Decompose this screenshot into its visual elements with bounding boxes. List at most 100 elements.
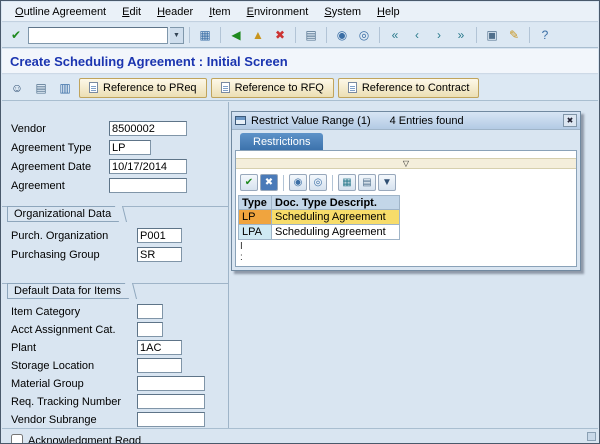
accept-icon[interactable]: ✔ — [240, 174, 258, 191]
close-icon[interactable]: ✖ — [563, 114, 577, 127]
title-bar: Create Scheduling Agreement : Initial Sc… — [2, 49, 598, 74]
field-row-agreement: Agreement — [2, 178, 228, 194]
purch-organization-input[interactable] — [137, 228, 182, 243]
shortcut-icon[interactable]: ✎ — [504, 26, 524, 45]
find-icon[interactable]: ◉ — [332, 26, 352, 45]
menu-help[interactable]: Help — [369, 4, 408, 20]
vendor-subrange-input[interactable] — [137, 412, 205, 427]
copy-icon[interactable]: ▥ — [55, 78, 75, 97]
grid-row-lpa[interactable]: LPA Scheduling Agreement — [238, 225, 400, 240]
toolbar-separator — [529, 27, 530, 43]
printer-icon[interactable]: ▤ — [31, 78, 51, 97]
print-icon[interactable]: ▤ — [301, 26, 321, 45]
cancel-icon[interactable]: ✖ — [270, 26, 290, 45]
menu-environment[interactable]: Environment — [239, 4, 317, 20]
print-icon[interactable]: ▤ — [358, 174, 376, 191]
dialog-window-icon — [235, 116, 246, 125]
reference-to-preq-button[interactable]: Reference to PReq — [79, 77, 207, 98]
purch-organization-label: Purch. Organization — [11, 230, 109, 242]
cancel-icon[interactable]: ✖ — [260, 174, 278, 191]
storage-location-input[interactable] — [137, 358, 182, 373]
agreement-date-input[interactable] — [109, 159, 187, 174]
menu-edit[interactable]: Edit — [114, 4, 149, 20]
req-tracking-number-label: Req. Tracking Number — [11, 396, 122, 408]
acct-assignment-label: Acct Assignment Cat. — [11, 324, 116, 336]
acknowledgment-label: Acknowledgment Reqd — [28, 435, 142, 444]
person-icon[interactable]: ☺ — [7, 78, 27, 97]
next-page-icon[interactable]: › — [429, 26, 449, 45]
toolbar-separator — [476, 27, 477, 43]
document-icon — [347, 82, 357, 93]
reference-to-contract-button[interactable]: Reference to Contract — [337, 77, 480, 98]
find-next-icon[interactable]: ◎ — [354, 26, 374, 45]
value-help-grid: Type Doc. Type Descript. LP Scheduling A… — [238, 195, 400, 240]
toolbar-separator — [189, 27, 190, 43]
reference-to-rfq-button[interactable]: Reference to RFQ — [210, 77, 334, 98]
menu-item[interactable]: Item — [201, 4, 238, 20]
dialog-title-bar[interactable]: Restrict Value Range (1) 4 Entries found… — [232, 112, 580, 130]
section-title: Default Data for Items — [14, 285, 121, 297]
grid-cell-type[interactable]: LPA — [238, 225, 272, 240]
command-input[interactable] — [28, 26, 168, 44]
column-header-description[interactable]: Doc. Type Descript. — [272, 195, 400, 210]
toolbar-separator — [326, 27, 327, 43]
new-session-icon[interactable]: ▣ — [482, 26, 502, 45]
acct-assignment-input[interactable] — [137, 322, 163, 337]
find-icon[interactable]: ◉ — [289, 174, 307, 191]
column-header-type[interactable]: Type — [238, 195, 272, 210]
previous-page-icon[interactable]: ‹ — [407, 26, 427, 45]
section-organizational-data: Organizational Data — [7, 206, 128, 222]
field-row-vendor-subrange: Vendor Subrange — [2, 412, 228, 428]
agreement-input[interactable] — [109, 178, 187, 193]
button-label: Reference to PReq — [103, 81, 197, 94]
button-label: Reference to Contract — [361, 81, 470, 94]
vendor-input[interactable] — [109, 121, 187, 136]
restrictions-expander[interactable]: ▽ — [236, 158, 576, 169]
application-toolbar: ☺ ▤ ▥ Reference to PReq Reference to RFQ… — [2, 75, 598, 101]
grid-row-lp[interactable]: LP Scheduling Agreement — [238, 210, 400, 225]
agreement-type-input[interactable] — [109, 140, 151, 155]
section-default-data-for-items: Default Data for Items — [7, 283, 137, 299]
dialog-content: ▽ ✔ ✖ ◉ ◎ ▦ ▤ ▼ Type Doc. Type Descript.… — [235, 150, 577, 267]
plant-label: Plant — [11, 342, 37, 354]
form-panel: Vendor Agreement Type Agreement Date Agr… — [2, 102, 229, 443]
storage-location-label: Storage Location — [11, 360, 95, 372]
page-title: Create Scheduling Agreement : Initial Sc… — [10, 53, 288, 69]
menu-header[interactable]: Header — [149, 4, 201, 20]
grid-cell-description[interactable]: Scheduling Agreement — [272, 210, 400, 225]
filter-toggle-icon[interactable]: ▽ — [403, 159, 409, 168]
enter-icon[interactable]: ✔ — [6, 26, 26, 45]
grid-cell-type[interactable]: LP — [238, 210, 272, 225]
dots-artifact: : — [240, 252, 243, 263]
save-icon[interactable]: ▦ — [195, 26, 215, 45]
find-next-icon[interactable]: ◎ — [309, 174, 327, 191]
dialog-toolbar: ✔ ✖ ◉ ◎ ▦ ▤ ▼ — [238, 172, 398, 193]
material-group-input[interactable] — [137, 376, 205, 391]
field-row-storage-location: Storage Location — [2, 358, 228, 374]
grid-cell-description[interactable]: Scheduling Agreement — [272, 225, 400, 240]
req-tracking-number-input[interactable] — [137, 394, 205, 409]
item-category-input[interactable] — [137, 304, 163, 319]
export-icon[interactable]: ▦ — [338, 174, 356, 191]
back-icon[interactable]: ◀ — [226, 26, 246, 45]
command-history-button[interactable]: ▼ — [170, 26, 184, 44]
menu-system[interactable]: System — [316, 4, 369, 20]
help-icon[interactable]: ? — [535, 26, 555, 45]
acknowledgment-checkbox[interactable] — [11, 434, 23, 443]
tab-restrictions[interactable]: Restrictions — [240, 133, 324, 150]
exit-icon[interactable]: ▲ — [248, 26, 268, 45]
more-options-icon[interactable]: ▼ — [378, 174, 396, 191]
field-row-material-group: Material Group — [2, 376, 228, 392]
resize-grip[interactable] — [587, 432, 596, 441]
plant-input[interactable] — [137, 340, 182, 355]
document-icon — [89, 82, 98, 93]
field-row-agreement-type: Agreement Type — [2, 140, 228, 156]
restrict-value-range-dialog: Restrict Value Range (1) 4 Entries found… — [231, 111, 581, 271]
standard-toolbar: ✔ ▼ ▦ ◀ ▲ ✖ ▤ ◉ ◎ « ‹ › » ▣ ✎ ? — [2, 23, 598, 48]
first-page-icon[interactable]: « — [385, 26, 405, 45]
last-page-icon[interactable]: » — [451, 26, 471, 45]
section-title: Organizational Data — [14, 208, 112, 220]
purchasing-group-input[interactable] — [137, 247, 182, 262]
agreement-type-label: Agreement Type — [11, 142, 92, 154]
menu-outline-agreement[interactable]: Outline Agreement — [7, 4, 114, 20]
